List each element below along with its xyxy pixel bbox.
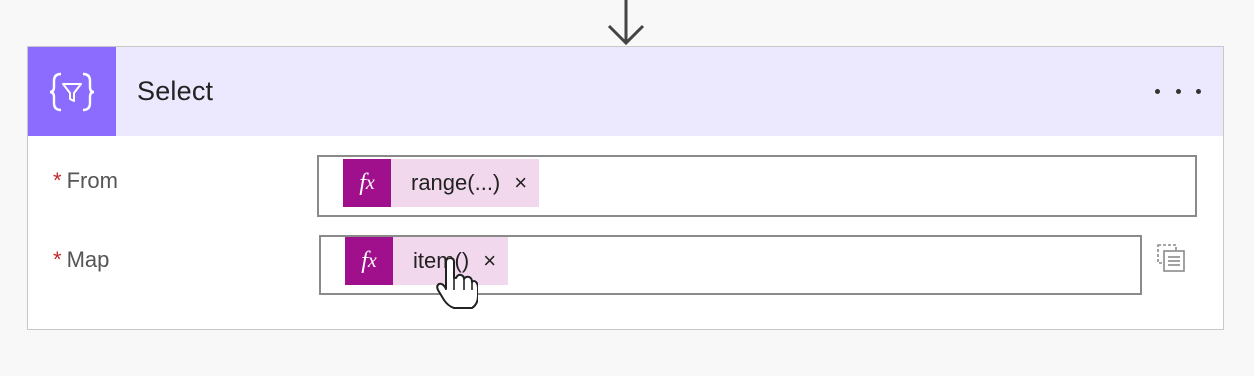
action-header[interactable]: Select [28, 47, 1223, 136]
from-expression-token[interactable]: fx range(...) × [343, 159, 540, 207]
required-mark: * [53, 168, 62, 193]
filter-braces-icon [28, 47, 116, 136]
more-options-dot [1175, 88, 1181, 94]
more-options-dot [1196, 88, 1201, 94]
hand-cursor-icon [436, 258, 478, 309]
remove-token-button[interactable]: × [514, 170, 527, 196]
token-label: range(...) [411, 170, 501, 195]
select-action-card: Select * From fx range(...) × * Map fx ite… [27, 46, 1224, 330]
remove-token-button[interactable]: × [483, 248, 496, 274]
action-title: Select [137, 76, 214, 106]
from-label-text: From [66, 168, 118, 193]
fx-icon: fx [343, 159, 391, 207]
from-label: * From [53, 168, 118, 194]
map-label: * Map [53, 247, 109, 273]
down-arrow-icon [607, 0, 645, 46]
map-label-text: Map [66, 247, 110, 272]
required-mark: * [53, 247, 62, 272]
map-expression-token[interactable]: fx item() × [345, 237, 509, 285]
from-input[interactable]: fx range(...) × [317, 155, 1197, 217]
fx-icon: fx [345, 237, 393, 285]
switch-to-text-mode-icon[interactable] [1156, 243, 1186, 273]
more-options-button[interactable] [1155, 81, 1201, 101]
more-options-icon [1155, 88, 1160, 94]
